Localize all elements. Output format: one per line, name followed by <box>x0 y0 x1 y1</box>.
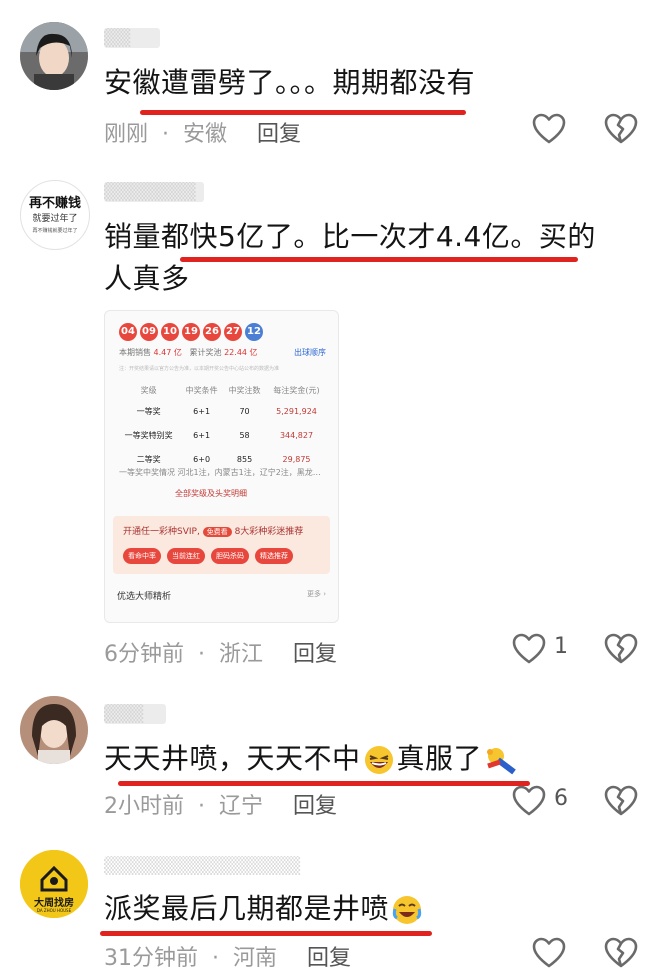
dislike-button[interactable] <box>604 112 638 146</box>
heart-icon <box>512 785 546 816</box>
order-link[interactable]: 出球顺序 <box>294 347 326 358</box>
comment-time: 2小时前 <box>104 794 184 819</box>
red-ball: 19 <box>182 323 200 341</box>
username[interactable]: ▒▒▒▒▒▒▒ <box>104 182 204 202</box>
like-count: 1 <box>554 634 568 659</box>
avatar-subtext: 就要过年了 <box>32 214 78 224</box>
winner-detail: 一等奖中奖情况 河北1注，内蒙古1注，辽宁2注，黑龙… <box>119 468 321 477</box>
comment-meta: 31分钟前 · 河南 回复 <box>104 946 352 971</box>
blue-ball: 12 <box>245 323 263 341</box>
comment-meta: 刚刚 · 安徽 回复 <box>104 122 302 147</box>
lottery-balls: 04 09 10 19 26 27 12 <box>119 323 263 341</box>
banner-title: 开通任一彩种SVIP, 免费看 8大彩种彩迷推荐 <box>123 527 304 537</box>
master-section-title: 优选大师精析 <box>117 592 172 602</box>
dislike-button[interactable] <box>604 936 638 970</box>
disclaimer-note: 注：开奖结果请以官方公告为准，以本期开奖公告中心站公布的数据为准 <box>119 366 280 372</box>
prize-table: 奖级 中奖条件 中奖注数 每注奖金(元) 一等奖 6+1 70 5,291,92… <box>117 381 327 471</box>
comment-location: 安徽 <box>183 122 228 147</box>
reply-button[interactable]: 回复 <box>293 794 337 819</box>
sales-info: 本期销售 4.47 亿 累计奖池 22.44 亿 <box>119 348 258 357</box>
comment-text: 安徽遭雷劈了。。。期期都没有 <box>104 66 476 99</box>
user-avatar[interactable] <box>20 22 88 90</box>
more-link[interactable]: 更多 › <box>307 589 326 599</box>
comment-location: 辽宁 <box>219 794 264 819</box>
user-avatar[interactable]: 大周找房 DA ZHOU HOUSE <box>20 850 88 918</box>
comment-time: 刚刚 <box>104 122 149 147</box>
heart-icon <box>512 633 546 664</box>
like-button[interactable]: 6 <box>512 784 568 818</box>
avatar-text: 大周找房 <box>34 898 74 909</box>
highlight-underline <box>118 781 530 786</box>
user-avatar[interactable] <box>20 696 88 764</box>
broken-heart-icon <box>604 633 638 664</box>
like-button[interactable]: 1 <box>512 632 568 666</box>
banner-button[interactable]: 当前连红 <box>167 548 205 564</box>
comment-actions <box>528 936 638 970</box>
svip-banner[interactable]: 开通任一彩种SVIP, 免费看 8大彩种彩迷推荐 看命中率 当前连红 胆码杀码 … <box>113 516 330 574</box>
laughing-emoji <box>364 746 393 774</box>
like-button[interactable] <box>532 936 566 970</box>
like-button[interactable] <box>532 112 566 146</box>
banner-buttons: 看命中率 当前连红 胆码杀码 精选推荐 <box>123 548 293 564</box>
red-ball: 26 <box>203 323 221 341</box>
highlight-underline <box>140 110 466 115</box>
comment-time: 6分钟前 <box>104 642 184 667</box>
comment-location: 浙江 <box>219 642 264 667</box>
comment-actions: 6 <box>508 784 638 818</box>
avatar-text: 再不赚钱 <box>28 196 81 211</box>
reply-button[interactable]: 回复 <box>307 946 351 971</box>
comment-time: 31分钟前 <box>104 946 198 971</box>
username[interactable]: ▒▒▒ <box>104 704 166 724</box>
table-row: 一等奖 6+1 70 5,291,924 <box>136 406 317 416</box>
highlight-underline <box>100 931 432 936</box>
red-ball: 27 <box>224 323 242 341</box>
highlight-underline <box>180 257 578 262</box>
red-ball: 10 <box>161 323 179 341</box>
comment-location: 河南 <box>233 946 278 971</box>
comment-text: 派奖最后几期都是井喷 <box>104 888 634 930</box>
reply-button[interactable]: 回复 <box>257 122 301 147</box>
banner-button[interactable]: 精选推荐 <box>255 548 293 564</box>
reply-button[interactable]: 回复 <box>293 642 337 667</box>
facepalm-emoji <box>487 748 516 775</box>
heart-icon <box>532 937 566 968</box>
broken-heart-icon <box>604 785 638 816</box>
username[interactable]: ▒▒ <box>104 28 160 48</box>
comment-actions: 1 <box>508 632 638 666</box>
heart-icon <box>532 113 566 144</box>
avatar-small-text: 再不赚钱就要过年了 <box>32 228 78 234</box>
comment-meta: 2小时前 · 辽宁 回复 <box>104 794 338 819</box>
banner-button[interactable]: 看命中率 <box>123 548 161 564</box>
comment-meta: 6分钟前 · 浙江 回复 <box>104 642 338 667</box>
broken-heart-icon <box>604 937 638 968</box>
table-row: 一等奖特别奖 6+1 58 344,827 <box>124 430 314 440</box>
all-prizes-link[interactable]: 全部奖级及头奖明细 <box>175 488 247 499</box>
lottery-result-screenshot[interactable]: 04 09 10 19 26 27 12 本期销售 4.47 亿 累计奖池 22… <box>104 310 339 623</box>
dislike-button[interactable] <box>604 784 638 818</box>
crying-laugh-emoji <box>392 896 422 924</box>
like-count: 6 <box>554 786 568 811</box>
broken-heart-icon <box>604 113 638 144</box>
comment-actions <box>528 112 638 146</box>
dislike-button[interactable] <box>604 632 638 666</box>
red-ball: 04 <box>119 323 137 341</box>
user-avatar[interactable]: 再不赚钱 就要过年了 再不赚钱就要过年了 <box>20 180 90 250</box>
banner-button[interactable]: 胆码杀码 <box>211 548 249 564</box>
avatar-subtext: DA ZHOU HOUSE <box>36 908 72 913</box>
username[interactable]: ▒▒▒▒▒▒▒▒▒▒▒▒▒▒▒ <box>104 856 480 876</box>
red-ball: 09 <box>140 323 158 341</box>
comment-text: 天天井喷，天天不中 真服了 <box>104 738 634 780</box>
